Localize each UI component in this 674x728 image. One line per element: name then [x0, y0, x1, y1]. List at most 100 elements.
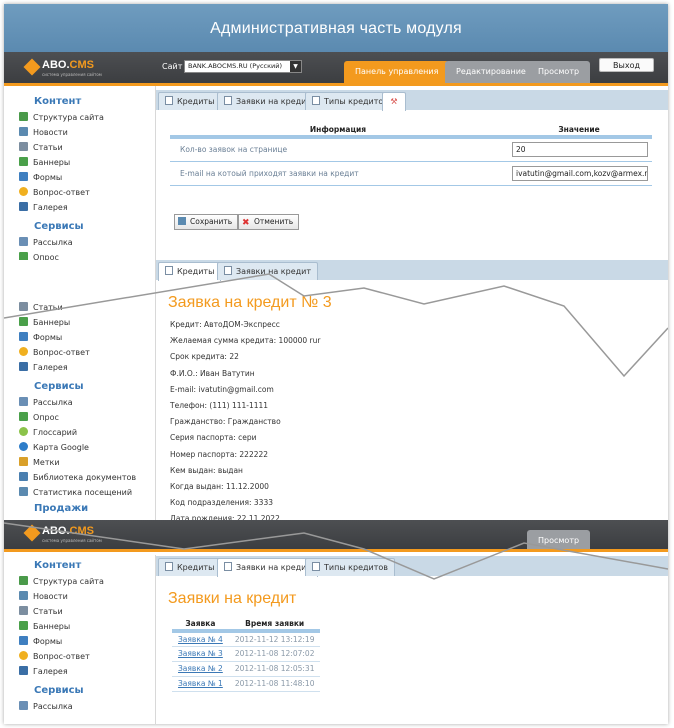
sidebar-item-articles[interactable]: Статьи — [4, 140, 155, 155]
sidebar-item-faq[interactable]: Вопрос-ответ — [4, 649, 155, 664]
col-info-header: Информация — [170, 124, 506, 139]
logo-name: ABO. — [42, 59, 70, 71]
sidebar-item-label: Опрос — [33, 413, 59, 422]
admin-topbar: ABO.CMS система управления сайтом Сайт B… — [4, 52, 668, 86]
mailing-icon — [19, 237, 28, 246]
applications-table: Заявка Время заявки Заявка № 4 2012-11-1… — [172, 618, 321, 692]
glossary-icon — [19, 427, 28, 436]
stats-icon — [19, 487, 28, 496]
col-time-header: Время заявки — [228, 618, 321, 633]
sidebar-item-news[interactable]: Новости — [4, 125, 155, 140]
sidebar-item-label: Баннеры — [33, 622, 71, 631]
field-passport-number: Номер паспорта: 222222 — [170, 449, 269, 459]
settings-panel: Административная часть модуля ABO.CMS си… — [4, 4, 668, 304]
save-button[interactable]: Сохранить — [174, 214, 239, 230]
application-link[interactable]: Заявка № 3 — [178, 649, 223, 658]
tab-credit-applications[interactable]: Заявки на кредит — [217, 92, 319, 110]
page-banner: Административная часть модуля — [4, 4, 668, 52]
torn-edge-divider-1 — [4, 273, 668, 378]
banners-icon — [19, 157, 28, 166]
logo-mark-icon — [23, 58, 41, 76]
sidebar-item-mailing[interactable]: Рассылка — [4, 395, 155, 410]
application-time: 2012-11-08 11:48:10 — [228, 676, 321, 692]
sidebar-item-tags[interactable]: Метки — [4, 455, 155, 470]
document-icon — [312, 96, 320, 105]
tab-preview[interactable]: Просмотр — [527, 61, 591, 83]
application-time: 2012-11-08 12:05:31 — [228, 661, 321, 677]
sidebar-item-glossary[interactable]: Глоссарий — [4, 425, 155, 440]
sidebar-item-label: Статьи — [33, 607, 63, 616]
sidebar-item-forms[interactable]: Формы — [4, 634, 155, 649]
document-icon — [224, 96, 232, 105]
sidebar-item-gallery[interactable]: Галерея — [4, 664, 155, 679]
sidebar-item-label: Вопрос-ответ — [33, 652, 90, 661]
application-time: 2012-11-08 12:07:02 — [228, 646, 321, 662]
sidebar-item-label: Галерея — [33, 667, 68, 676]
globe-icon — [19, 442, 28, 451]
articles-icon — [19, 142, 28, 151]
sidebar-item-label: Карта Google — [33, 443, 89, 452]
topbar-accent-line — [4, 83, 668, 86]
sidebar-item-label: Вопрос-ответ — [33, 188, 90, 197]
cancel-label: Отменить — [254, 217, 294, 226]
application-link[interactable]: Заявка № 4 — [178, 635, 223, 644]
tab-settings[interactable]: ⚒ — [382, 92, 406, 111]
sidebar-item-label: Библиотека документов — [33, 473, 137, 482]
sidebar-head-services: Сервисы — [34, 685, 84, 696]
gallery-icon — [19, 666, 28, 675]
sidebar-item-banners[interactable]: Баннеры — [4, 155, 155, 170]
document-icon — [165, 96, 173, 105]
logo-tagline: система управления сайтом — [42, 72, 102, 77]
applications-title: Заявки на кредит — [168, 590, 297, 607]
cancel-icon: ✖ — [242, 218, 250, 228]
library-icon — [19, 472, 28, 481]
site-label: Сайт — [162, 62, 183, 71]
gallery-icon — [19, 202, 28, 211]
logo-name-accent: CMS — [69, 59, 94, 71]
tab-control-panel[interactable]: Панель управления — [344, 61, 450, 83]
sidebar-item-structure[interactable]: Структура сайта — [4, 110, 155, 125]
sidebar-item-label: Статистика посещений — [33, 488, 133, 497]
sidebar-item-faq[interactable]: Вопрос-ответ — [4, 185, 155, 200]
sidebar-item-google-map[interactable]: Карта Google — [4, 440, 155, 455]
sidebar-item-poll[interactable]: Опрос — [4, 410, 155, 425]
sidebar-item-articles[interactable]: Статьи — [4, 604, 155, 619]
sidebar-item-doc-library[interactable]: Библиотека документов — [4, 470, 155, 485]
settings-header-row: Информация Значение — [170, 124, 652, 139]
sidebar-item-banners[interactable]: Баннеры — [4, 619, 155, 634]
save-label: Сохранить — [190, 217, 233, 226]
question-icon — [19, 651, 28, 660]
table-row: Заявка № 2 2012-11-08 12:05:31 — [172, 661, 321, 677]
tab-editing[interactable]: Редактирование — [445, 61, 537, 83]
torn-edge-divider-2 — [4, 522, 668, 580]
email-input[interactable]: ivatutin@gmail.com,kozv@armex.ru — [512, 165, 648, 181]
sidebar-head-content: Контент — [34, 96, 82, 107]
cancel-button[interactable]: ✖ Отменить — [238, 214, 300, 230]
field-citizenship: Гражданство: Гражданство — [170, 417, 281, 427]
sidebar-item-mailing[interactable]: Рассылка — [4, 235, 155, 250]
question-icon — [19, 187, 28, 196]
site-select[interactable]: BANK.ABOCMS.RU (Русский) ▼ — [184, 60, 302, 73]
application-link[interactable]: Заявка № 1 — [178, 679, 223, 688]
sidebar-item-news[interactable]: Новости — [4, 589, 155, 604]
setting-label: E-mail на котоый приходят заявки на кред… — [170, 161, 506, 186]
articles-icon — [19, 606, 28, 615]
sidebar-item-gallery[interactable]: Галерея — [4, 200, 155, 215]
table-row: Заявка № 3 2012-11-08 12:07:02 — [172, 646, 321, 662]
tag-icon — [19, 457, 28, 466]
banners-icon — [19, 621, 28, 630]
sidebar-item-forms[interactable]: Формы — [4, 170, 155, 185]
sidebar-item-label: Галерея — [33, 203, 68, 212]
sidebar-item-mailing[interactable]: Рассылка — [4, 699, 155, 714]
sidebar-item-label: Метки — [33, 458, 60, 467]
per-page-input[interactable]: 20 — [512, 142, 648, 158]
save-icon — [178, 217, 186, 225]
col-application-header: Заявка — [172, 618, 229, 633]
abocms-logo: ABO.CMS система управления сайтом — [23, 58, 102, 79]
sidebar-item-label: Статьи — [33, 143, 63, 152]
tab-label: Типы кредитов — [324, 97, 389, 106]
exit-button[interactable]: Выход — [599, 58, 654, 72]
tab-credits[interactable]: Кредиты — [158, 92, 222, 110]
application-link[interactable]: Заявка № 2 — [178, 664, 223, 673]
sidebar-item-stats[interactable]: Статистика посещений — [4, 485, 155, 500]
